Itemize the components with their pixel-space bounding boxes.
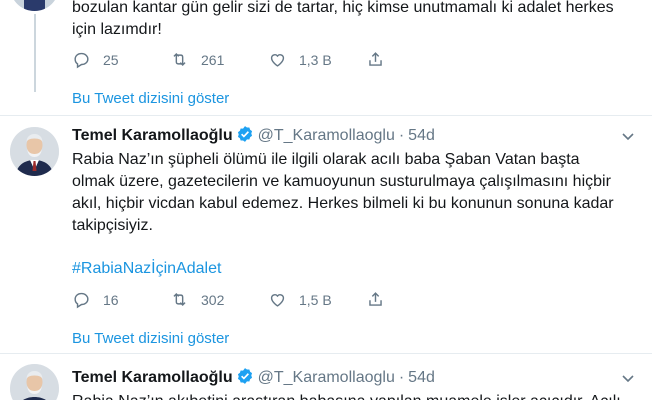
thread-connector xyxy=(34,14,36,92)
avatar[interactable] xyxy=(10,364,59,400)
verified-badge-icon xyxy=(237,368,252,384)
share-button[interactable] xyxy=(366,290,464,309)
tweet-timestamp[interactable]: 54d xyxy=(408,127,435,144)
reply-button[interactable]: 16 xyxy=(72,290,170,309)
chevron-down-icon[interactable] xyxy=(620,370,636,386)
share-button[interactable] xyxy=(366,50,464,69)
like-icon xyxy=(270,294,285,307)
avatar[interactable] xyxy=(10,0,59,11)
timeline: bozulan kantar gün gelir sizi de tartar,… xyxy=(0,0,652,400)
avatar[interactable] xyxy=(10,127,59,176)
author-name[interactable]: Temel Karamollaoğlu xyxy=(72,127,233,144)
reply-button[interactable]: 25 xyxy=(72,50,170,69)
retweet-button[interactable]: 261 xyxy=(170,50,268,69)
separator-dot: · xyxy=(398,127,405,144)
tweet-header: Temel Karamollaoğlu @T_Karamollaoglu · 54d xyxy=(72,125,435,145)
like-button[interactable]: 1,5 B xyxy=(268,290,366,309)
like-button[interactable]: 1,3 B xyxy=(268,50,366,69)
chevron-down-icon[interactable] xyxy=(620,128,636,144)
author-handle[interactable]: @T_Karamollaoglu xyxy=(258,127,395,144)
like-icon xyxy=(270,54,285,67)
author-handle[interactable]: @T_Karamollaoglu xyxy=(258,369,395,386)
tweet-actions: 16 302 1,5 B xyxy=(72,290,464,309)
tweet-timestamp[interactable]: 54d xyxy=(408,369,435,386)
tweet-divider xyxy=(0,353,652,354)
share-icon xyxy=(369,292,382,306)
verified-badge-icon xyxy=(237,126,252,142)
tweet-text: bozulan kantar gün gelir sizi de tartar,… xyxy=(72,0,614,38)
hashtag-link[interactable]: #RabiaNazİçinAdalet xyxy=(72,258,221,280)
tweet-actions: 25 261 1,3 B xyxy=(72,50,464,69)
retweet-icon xyxy=(173,292,186,307)
show-thread-link[interactable]: Bu Tweet dizisini göster xyxy=(72,330,229,347)
tweet-divider xyxy=(0,115,652,116)
like-count: 1,3 B xyxy=(299,51,332,68)
author-name[interactable]: Temel Karamollaoğlu xyxy=(72,369,233,386)
reply-count: 25 xyxy=(103,51,119,68)
retweet-count: 261 xyxy=(201,51,225,68)
retweet-count: 302 xyxy=(201,291,225,308)
tweet-text: Rabia Naz’ın şüpheli ölümü ile ilgili ol… xyxy=(72,151,614,234)
retweet-icon xyxy=(173,52,186,67)
retweet-button[interactable]: 302 xyxy=(170,290,268,309)
reply-icon xyxy=(74,52,89,69)
reply-count: 16 xyxy=(103,291,119,308)
reply-icon xyxy=(74,292,89,309)
tweet-text: Rabia Naz’ın akıbetini araştıran babasın… xyxy=(72,391,647,400)
share-icon xyxy=(369,52,382,66)
separator-dot: · xyxy=(398,369,405,386)
show-thread-link[interactable]: Bu Tweet dizisini göster xyxy=(72,90,229,107)
like-count: 1,5 B xyxy=(299,291,332,308)
tweet-header: Temel Karamollaoğlu @T_Karamollaoglu · 54d xyxy=(72,367,435,387)
